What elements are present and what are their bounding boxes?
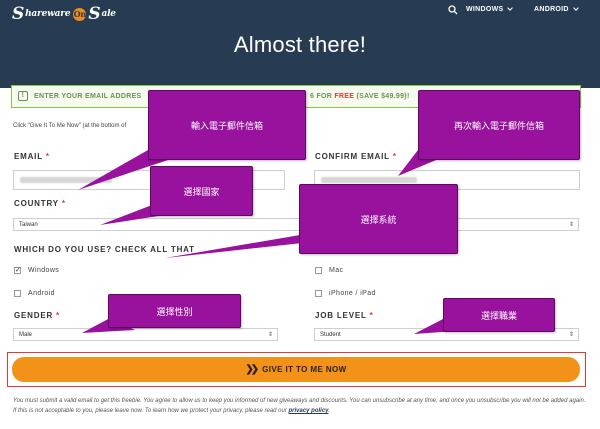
logo-text: S xyxy=(12,4,25,24)
redacted-value xyxy=(321,177,417,183)
select-arrow-icon: ⇕ xyxy=(568,222,574,228)
annotation-confirm-email: 再次輸入電子郵件信箱 xyxy=(418,90,580,160)
logo-text: ale xyxy=(101,9,116,19)
disclaimer-text: You must submit a valid email to get thi… xyxy=(13,398,586,414)
notice-text: ENTER YOUR EMAIL ADDRES xyxy=(34,93,142,100)
country-value: Taiwan xyxy=(19,222,38,228)
country-select[interactable]: Taiwan ⇕ xyxy=(13,218,579,231)
gender-label: GENDER * xyxy=(14,311,60,320)
annotation-job-level: 選擇職業 xyxy=(443,298,555,332)
email-label: EMAIL * xyxy=(14,152,50,161)
notice-text: 6 FOR FREE (SAVE $49.99)! xyxy=(310,93,410,100)
select-arrow-icon: ⇕ xyxy=(568,332,574,338)
checkbox-windows[interactable]: ✓ Windows xyxy=(14,267,59,274)
system-question: WHICH DO YOU USE? CHECK ALL THAT xyxy=(14,245,195,254)
gender-select[interactable]: Male ⇕ xyxy=(13,328,278,341)
checkbox-icon[interactable] xyxy=(14,290,21,297)
privacy-policy-link[interactable]: privacy policy xyxy=(289,408,329,414)
job-level-value: Student xyxy=(320,332,341,338)
logo-badge: On xyxy=(73,7,87,21)
alert-icon: ! xyxy=(18,91,28,101)
checkbox-label: Windows xyxy=(28,267,60,274)
logo-text: S xyxy=(88,4,101,24)
cta-label: GIVE IT TO ME NOW xyxy=(262,365,347,374)
checkbox-icon[interactable] xyxy=(315,267,322,274)
nav-label: ANDROID xyxy=(534,6,569,13)
page-title: Almost there! xyxy=(233,32,367,57)
confirm-email-label: CONFIRM EMAIL * xyxy=(315,152,397,161)
nav-android-menu[interactable]: ANDROID xyxy=(534,5,579,13)
site-header: S hareware On S ale WINDOWS ANDROID Almo… xyxy=(0,0,600,88)
search-icon[interactable] xyxy=(448,5,458,15)
chevron-down-icon xyxy=(572,5,579,11)
checkbox-iphone[interactable]: iPhone / iPad xyxy=(315,290,376,297)
annotation-gender: 選擇性別 xyxy=(108,294,241,328)
checkbox-checked-icon[interactable]: ✓ xyxy=(14,267,21,274)
page: S hareware On S ale WINDOWS ANDROID Almo… xyxy=(0,0,600,429)
nav-label: WINDOWS xyxy=(466,6,504,13)
give-it-to-me-now-button[interactable]: ❯❯ GIVE IT TO ME NOW xyxy=(12,357,580,382)
chevron-down-icon xyxy=(507,5,514,11)
annotation-system: 選擇系統 xyxy=(299,184,458,254)
checkbox-label: Android xyxy=(28,290,55,297)
intro-text: Click "Give It To Me Now" (at the bottom… xyxy=(13,123,127,129)
checkbox-android[interactable]: Android xyxy=(14,290,55,297)
nav-windows-menu[interactable]: WINDOWS xyxy=(466,5,514,13)
job-level-label: JOB LEVEL * xyxy=(315,311,374,320)
annotation-country: 選擇國家 xyxy=(150,166,253,216)
checkbox-label: iPhone / iPad xyxy=(329,290,376,297)
logo-text: hareware xyxy=(25,9,71,19)
checkbox-mac[interactable]: Mac xyxy=(315,267,343,274)
site-logo[interactable]: S hareware On S ale xyxy=(12,4,117,24)
double-arrow-icon: ❯❯ xyxy=(245,364,259,375)
redacted-value xyxy=(20,177,112,183)
checkbox-label: Mac xyxy=(329,267,344,274)
country-label: COUNTRY * xyxy=(14,199,66,208)
annotation-email: 輸入電子郵件信箱 xyxy=(148,90,306,160)
gender-value: Male xyxy=(19,332,33,338)
select-arrow-icon: ⇕ xyxy=(267,332,273,338)
checkbox-icon[interactable] xyxy=(315,290,322,297)
